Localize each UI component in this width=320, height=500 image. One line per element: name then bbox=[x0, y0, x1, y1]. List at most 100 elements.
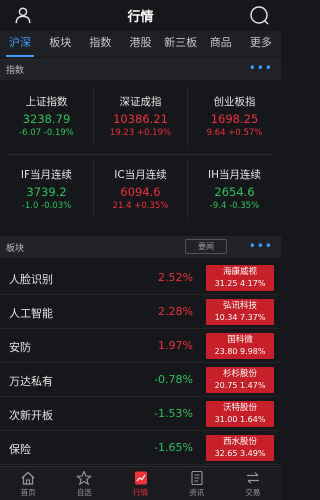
stock-name: 沃特股份 bbox=[222, 403, 257, 413]
tab-neeq[interactable]: 新三板 bbox=[161, 31, 201, 57]
list-item[interactable]: 人工智能 2.28% 弘讯科技 10.34 7.37% bbox=[0, 295, 281, 329]
stock-quote: 31.00 1.64% bbox=[214, 415, 266, 424]
stock-quote: 31.25 4.17% bbox=[214, 279, 266, 288]
divider bbox=[187, 90, 188, 146]
sector-change: -1.53% bbox=[154, 407, 193, 420]
home-icon bbox=[21, 471, 35, 485]
stock-name: 弘讯科技 bbox=[222, 301, 257, 311]
index-card[interactable]: IC当月连续 6094.6 21.4 +0.35% bbox=[94, 167, 187, 211]
stock-name: 国科微 bbox=[227, 335, 253, 345]
sector-change: 2.52% bbox=[158, 271, 193, 284]
index-section-header: 指数 ••• bbox=[0, 58, 281, 80]
index-card[interactable]: 创业板指 1698.25 9.64 +0.57% bbox=[188, 94, 281, 138]
index-card[interactable]: IF当月连续 3739.2 -1.0 -0.03% bbox=[0, 167, 93, 211]
stock-quote: 32.65 3.49% bbox=[214, 449, 266, 458]
sector-change: 1.97% bbox=[158, 339, 193, 352]
list-item[interactable]: 安防 1.97% 国科微 23.80 9.98% bbox=[0, 329, 281, 363]
list-item[interactable]: 万达私有 -0.78% 杉杉股份 20.75 1.47% bbox=[0, 363, 281, 397]
index-change: 21.4 +0.35% bbox=[112, 201, 169, 211]
leading-stock[interactable]: 国科微 23.80 9.98% bbox=[206, 333, 274, 359]
tab-index[interactable]: 指数 bbox=[80, 31, 120, 57]
sector-section-header: 板块 ••• bbox=[0, 236, 281, 258]
nav-label: 行情 bbox=[133, 488, 148, 497]
page-title: 行情 bbox=[127, 10, 154, 25]
divider bbox=[93, 162, 94, 218]
trade-icon bbox=[246, 472, 259, 484]
index-name: IH当月连续 bbox=[208, 169, 261, 181]
tab-sector[interactable]: 板块 bbox=[40, 31, 80, 57]
sector-section-title: 板块 bbox=[6, 243, 25, 254]
sector-name: 人脸识别 bbox=[9, 273, 53, 286]
nav-label: 自选 bbox=[76, 488, 92, 497]
index-card[interactable]: 上证指数 3238.79 -6.07 -0.19% bbox=[0, 94, 93, 138]
stock-name: 海康威视 bbox=[222, 267, 257, 277]
list-item[interactable]: 人脸识别 2.52% 海康威视 31.25 4.17% bbox=[0, 261, 281, 295]
leading-stock[interactable]: 西水股份 32.65 3.49% bbox=[206, 435, 274, 461]
nav-watchlist[interactable]: 自选 bbox=[56, 467, 112, 500]
nav-trade[interactable]: 交易 bbox=[225, 467, 281, 500]
tab-hushen[interactable]: 沪深 bbox=[0, 31, 40, 57]
divider bbox=[93, 90, 94, 146]
stock-quote: 20.75 1.47% bbox=[214, 381, 266, 390]
index-change: -1.0 -0.03% bbox=[21, 201, 72, 211]
index-value: 3238.79 bbox=[22, 112, 71, 126]
nav-label: 交易 bbox=[245, 488, 261, 497]
sector-name: 人工智能 bbox=[9, 307, 53, 320]
divider bbox=[8, 154, 273, 155]
news-icon bbox=[191, 470, 203, 486]
sector-change: 2.28% bbox=[158, 305, 193, 318]
sector-change: -0.78% bbox=[154, 373, 193, 386]
stock-name: 西水股份 bbox=[222, 437, 257, 447]
index-section-title: 指数 bbox=[6, 65, 25, 76]
tab-commodity[interactable]: 商品 bbox=[201, 31, 241, 57]
list-item[interactable]: 次新开板 -1.53% 沃特股份 31.00 1.64% bbox=[0, 397, 281, 431]
leading-stock[interactable]: 沃特股份 31.00 1.64% bbox=[206, 401, 274, 427]
stock-quote: 10.34 7.37% bbox=[214, 313, 266, 322]
index-change: 9.64 +0.57% bbox=[206, 128, 263, 138]
nav-label: 资讯 bbox=[189, 488, 205, 497]
index-value: 1698.25 bbox=[210, 112, 259, 126]
divider bbox=[187, 162, 188, 218]
nav-label: 首页 bbox=[20, 488, 36, 497]
stock-quote: 23.80 9.98% bbox=[214, 347, 266, 356]
leading-stock[interactable]: 杉杉股份 20.75 1.47% bbox=[206, 367, 274, 393]
sector-name: 万达私有 bbox=[9, 375, 53, 388]
index-card[interactable]: IH当月连续 2654.6 -9.4 -0.35% bbox=[188, 167, 281, 211]
tab-more[interactable]: 更多 bbox=[241, 31, 281, 57]
leading-stock[interactable]: 海康威视 31.25 4.17% bbox=[206, 265, 274, 291]
bottom-nav: 首页 自选 行情 资讯 交易 bbox=[0, 466, 281, 500]
sector-change: -1.65% bbox=[154, 441, 193, 454]
index-value: 2654.6 bbox=[214, 185, 255, 199]
index-name: 创业板指 bbox=[213, 96, 256, 108]
leading-stock[interactable]: 弘讯科技 10.34 7.37% bbox=[206, 299, 274, 325]
more-dots-icon[interactable]: ••• bbox=[249, 240, 273, 252]
market-tabs: 沪深 板块 指数 港股 新三板 商品 更多 bbox=[0, 31, 281, 57]
index-name: IF当月连续 bbox=[20, 169, 73, 181]
index-grid: 上证指数 3238.79 -6.07 -0.19% 深证成指 10386.21 … bbox=[0, 80, 281, 228]
index-name: 上证指数 bbox=[25, 96, 68, 108]
user-icon[interactable] bbox=[14, 6, 32, 24]
nav-market[interactable]: 行情 bbox=[112, 467, 168, 500]
list-item[interactable]: 保险 -1.65% 西水股份 32.65 3.49% bbox=[0, 431, 281, 465]
nav-news[interactable]: 资讯 bbox=[169, 467, 225, 500]
nav-home[interactable]: 首页 bbox=[0, 467, 56, 500]
more-dots-icon[interactable]: ••• bbox=[249, 62, 273, 74]
top-bar: 行情 bbox=[0, 0, 281, 31]
star-icon bbox=[76, 470, 93, 486]
index-change: -9.4 -0.35% bbox=[209, 201, 260, 211]
sector-name: 次新开板 bbox=[9, 409, 53, 422]
tab-hk[interactable]: 港股 bbox=[120, 31, 160, 57]
index-change: 19.23 +0.19% bbox=[109, 128, 172, 138]
chart-icon bbox=[134, 471, 147, 485]
index-value: 6094.6 bbox=[120, 185, 161, 199]
index-name: IC当月连续 bbox=[114, 169, 167, 181]
index-value: 3739.2 bbox=[26, 185, 67, 199]
index-value: 10386.21 bbox=[113, 112, 168, 126]
search-icon[interactable] bbox=[249, 5, 269, 25]
sector-name: 保险 bbox=[9, 443, 31, 456]
stock-name: 杉杉股份 bbox=[222, 369, 257, 379]
index-card[interactable]: 深证成指 10386.21 19.23 +0.19% bbox=[94, 94, 187, 138]
index-name: 深证成指 bbox=[119, 96, 162, 108]
index-change: -6.07 -0.19% bbox=[19, 128, 74, 138]
news-button[interactable]: 要闻 bbox=[185, 239, 227, 254]
